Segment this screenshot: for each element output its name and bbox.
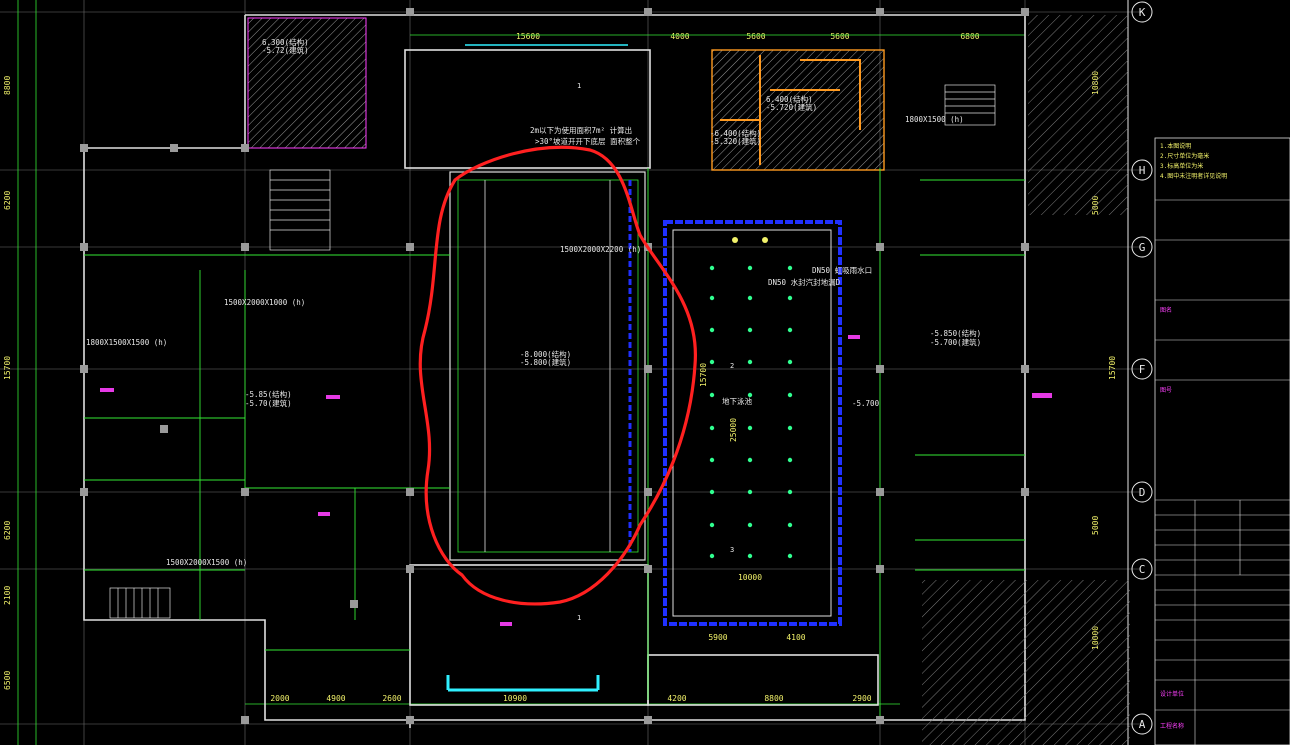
dim-pool-3: 10000 <box>738 573 762 582</box>
note-elev-5a: -5.850(结构) <box>930 328 981 338</box>
bottom-dim-6: 8800 <box>764 694 783 703</box>
note-elev-3b: -5.320(建筑) <box>710 136 761 146</box>
left-dim-4: 6200 <box>3 521 12 540</box>
left-dim-2: 6200 <box>3 191 12 210</box>
note-elev-1b: -5.72(建筑) <box>262 45 309 55</box>
axis-label-c: C <box>1139 563 1146 576</box>
axis-label-g: G <box>1139 241 1146 254</box>
note-drain-2: DN50 水封汽封地漏D <box>768 277 841 287</box>
note-elev-2b: -5.720(建筑) <box>766 102 817 112</box>
note-size-2: 1500X2000X1500 (h) <box>166 558 247 567</box>
axis-label-d: D <box>1139 486 1146 499</box>
title-block-row-4: 4.图中未注明者详见说明 <box>1160 172 1227 180</box>
note-ramp-1: >30°坡道开开下底层 面积整个 <box>535 136 641 146</box>
left-dim-3: 15700 <box>3 356 12 380</box>
bottom-dim-3: 2600 <box>382 694 401 703</box>
title-block-row-2: 2.尺寸单位为毫米 <box>1160 152 1209 160</box>
note-elev-6b: -5.70(建筑) <box>245 398 292 408</box>
bottom-dim-5: 4200 <box>667 694 686 703</box>
dim-pool-1: 5900 <box>708 633 727 642</box>
cad-drawing-canvas[interactable]: K H G F D C A 10800 5000 15700 5000 1000… <box>0 0 1290 745</box>
dim-pool-5: 15700 <box>699 363 708 387</box>
note-elev-6a: -5.85(结构) <box>245 389 292 399</box>
axis-label-a: A <box>1139 718 1146 731</box>
title-block-row-1: 1.本图说明 <box>1160 142 1191 150</box>
section-mark-2: 1 <box>577 614 581 622</box>
bottom-dim-4: 10900 <box>503 694 527 703</box>
axis-label-h: H <box>1139 164 1146 177</box>
note-size-5: 1500X2000X2200 (h) <box>560 245 641 254</box>
section-mark-4: 3 <box>730 546 734 554</box>
bottom-dim-2: 4900 <box>326 694 345 703</box>
axis-label-k: K <box>1139 6 1146 19</box>
title-block-designer: 设计单位 <box>1160 690 1184 698</box>
title-block-drawing: 图名 <box>1160 306 1172 314</box>
top-dim-5: 6800 <box>960 32 979 41</box>
note-elev-7: -5.700 <box>852 399 880 408</box>
bottom-dim-1: 2000 <box>270 694 289 703</box>
bottom-dim-7: 2900 <box>852 694 871 703</box>
title-block-project: 工程名称 <box>1160 722 1184 730</box>
left-dim-1: 8800 <box>3 76 12 95</box>
top-dim-4: 5600 <box>830 32 849 41</box>
note-size-4: 1800X1500X1500 (h) <box>86 338 167 347</box>
note-size-3: 1500X2000X1000 (h) <box>224 298 305 307</box>
title-block-row-3: 3.标高单位为米 <box>1160 162 1203 170</box>
note-size-1: 1800X1500 (h) <box>905 115 964 124</box>
note-pool: 地下泳池 <box>722 396 752 406</box>
section-mark-3: 2 <box>730 362 734 370</box>
right-dim-3: 15700 <box>1108 356 1117 380</box>
dim-pool-4: 25000 <box>729 418 738 442</box>
top-dim-2: 4000 <box>670 32 689 41</box>
left-dim-6: 6500 <box>3 671 12 690</box>
hatched-strip-right <box>1028 15 1128 215</box>
note-elev-4b: -5.800(建筑) <box>520 357 571 367</box>
axis-label-f: F <box>1139 363 1146 376</box>
hatched-strip-bottom-right <box>922 580 1130 745</box>
right-dim-4: 5000 <box>1091 516 1100 535</box>
title-block-number: 图号 <box>1160 387 1172 394</box>
dim-pool-2: 4100 <box>786 633 805 642</box>
top-dim-1: 15600 <box>516 32 540 41</box>
left-dim-5: 2100 <box>3 586 12 605</box>
note-drain-1: DN50 虹吸雨水口 <box>812 265 872 275</box>
note-area-1: 2m以下为使用面积7m² 计算出 <box>530 125 632 135</box>
top-dim-3: 5600 <box>746 32 765 41</box>
note-elev-5b: -5.700(建筑) <box>930 337 981 347</box>
section-mark-1: 1 <box>577 82 581 90</box>
